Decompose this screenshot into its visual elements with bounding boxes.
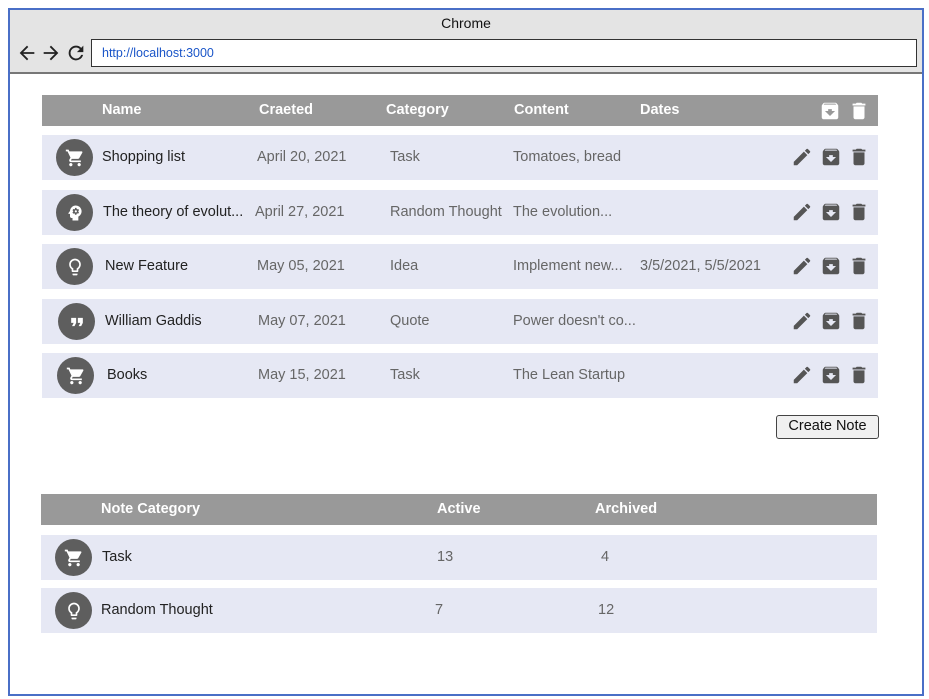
note-row: Books May 15, 2021 Task The Lean Startup [42,353,878,398]
header-created: Craeted [259,102,313,118]
address-bar[interactable]: http://localhost:3000 [91,39,917,67]
cart-icon [56,139,93,176]
cart-icon [55,539,92,576]
lightbulb-icon [55,592,92,629]
header-active: Active [437,501,481,517]
summary-archived-count: 4 [601,549,610,565]
delete-all-icon[interactable] [848,100,870,122]
note-created: May 15, 2021 [258,367,346,383]
trash-icon[interactable] [848,310,870,332]
note-row: New Feature May 05, 2021 Idea Implement … [42,244,878,289]
note-name: Shopping list [102,149,186,165]
summary-row: Task 13 4 [41,535,877,580]
trash-icon[interactable] [848,146,870,168]
note-created: April 20, 2021 [257,149,347,165]
header-dates: Dates [640,102,680,118]
lightbulb-icon [56,248,93,285]
summary-archived-count: 12 [598,602,615,618]
note-category: Task [390,149,420,165]
window-title: Chrome [10,10,922,37]
note-category: Quote [390,313,430,329]
back-arrow-icon[interactable] [16,42,38,64]
note-created: May 07, 2021 [258,313,346,329]
note-content: Power doesn't co... [513,313,636,329]
summary-active-count: 13 [437,549,454,565]
archive-icon[interactable] [820,364,842,386]
edit-pencil-icon[interactable] [791,310,813,332]
note-category: Idea [390,258,419,274]
note-row: Shopping list April 20, 2021 Task Tomato… [42,135,878,180]
note-row: William Gaddis May 07, 2021 Quote Power … [42,299,878,344]
trash-icon[interactable] [848,201,870,223]
archive-icon[interactable] [820,201,842,223]
note-created: May 05, 2021 [257,258,345,274]
page-content: Name Craeted Category Content Dates Shop… [10,74,922,694]
header-note-category: Note Category [101,501,201,517]
summary-row: Random Thought 7 12 [41,588,877,633]
summary-table-header: Note Category Active Archived [41,494,877,525]
edit-pencil-icon[interactable] [791,364,813,386]
archive-all-icon[interactable] [819,100,841,122]
header-name: Name [102,102,142,118]
trash-icon[interactable] [848,364,870,386]
edit-pencil-icon[interactable] [791,255,813,277]
note-content: Implement new... [513,258,623,274]
summary-category: Task [102,549,132,565]
forward-arrow-icon[interactable] [40,42,62,64]
archive-icon[interactable] [820,310,842,332]
archive-icon[interactable] [820,146,842,168]
note-content: The Lean Startup [513,367,626,383]
cart-icon [57,357,94,394]
summary-category: Random Thought [101,602,213,618]
header-content: Content [514,102,569,118]
browser-toolbar: http://localhost:3000 [10,37,922,74]
create-note-button[interactable]: Create Note [776,415,879,439]
note-created: April 27, 2021 [255,204,345,220]
header-category: Category [386,102,449,118]
edit-pencil-icon[interactable] [791,201,813,223]
head-gear-icon [56,194,93,231]
edit-pencil-icon[interactable] [791,146,813,168]
archive-icon[interactable] [820,255,842,277]
browser-window: Chrome http://localhost:3000 Name Craete… [8,8,924,696]
note-category: Task [390,367,420,383]
header-archived: Archived [595,501,658,517]
note-content: Tomatoes, bread [513,149,622,165]
notes-table-header: Name Craeted Category Content Dates [42,95,878,126]
note-name: William Gaddis [105,313,202,329]
reload-icon[interactable] [65,42,87,64]
note-name: The theory of evolut... [103,204,244,220]
summary-active-count: 7 [435,602,444,618]
note-name: Books [107,367,148,383]
note-row: The theory of evolut... April 27, 2021 R… [42,190,878,235]
trash-icon[interactable] [848,255,870,277]
note-name: New Feature [105,258,189,274]
note-content: The evolution... [513,204,613,220]
note-dates: 3/5/2021, 5/5/2021 [640,258,761,274]
note-category: Random Thought [390,204,502,220]
quote-icon [58,303,95,340]
